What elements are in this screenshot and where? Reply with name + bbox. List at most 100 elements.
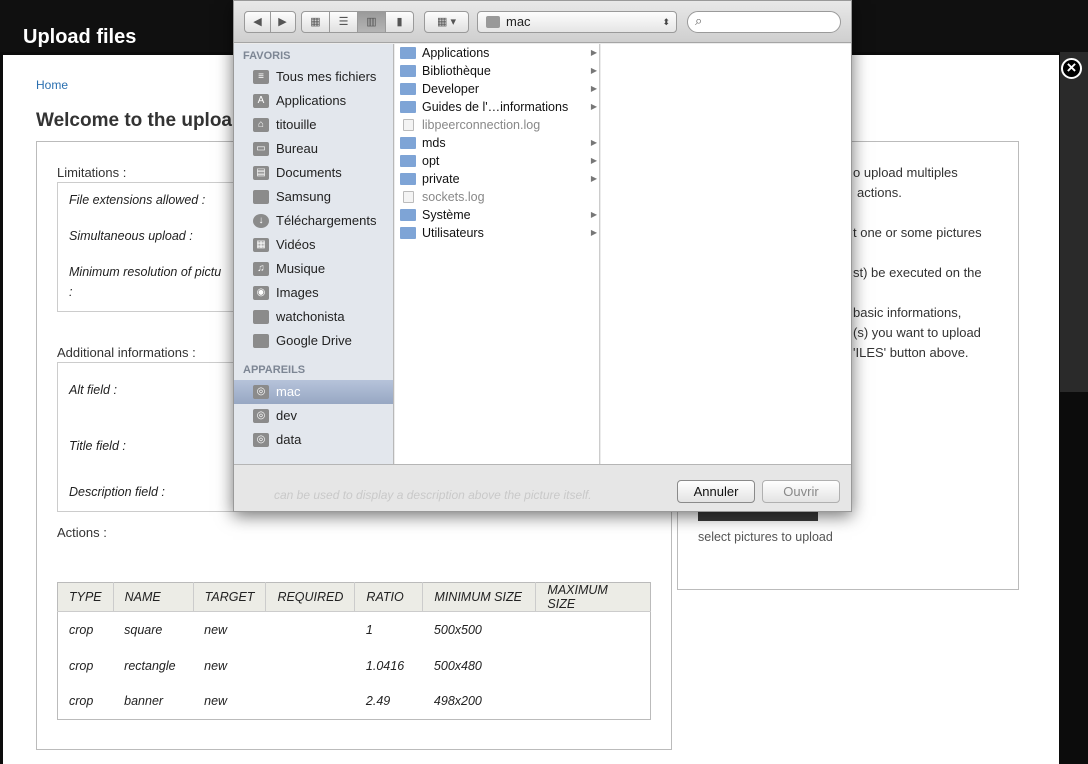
cell-required (266, 612, 355, 648)
coverflow-view-button[interactable]: ▮ (386, 12, 413, 32)
file-name: Applications (422, 46, 490, 60)
cell-type: crop (69, 694, 94, 709)
sidebar-item-label: Téléchargements (276, 213, 377, 228)
sidebar-item-dev[interactable]: ◎ dev (234, 404, 393, 428)
sidebar-item-images[interactable]: ◉ Images (234, 281, 393, 305)
chevron-right-icon: ▶ (590, 228, 597, 237)
cell-max-size (536, 612, 651, 648)
sidebar-item-label: mac (276, 384, 301, 399)
chevron-right-icon: ▶ (590, 138, 597, 147)
sidebar-item-google-drive[interactable]: Google Drive (234, 329, 393, 353)
file-item-systeme[interactable]: Système ▶ (395, 206, 600, 224)
help-text-line: 'ILES' button above. (853, 345, 969, 360)
icon-view-button[interactable]: ▦ (302, 12, 330, 32)
dialog-toolbar: ◀ ▶ ▦ ☰ ▥ ▮ ▦ ▾ mac ⬍ ⌕ (234, 1, 851, 43)
sidebar-item-home[interactable]: ⌂ titouille (234, 113, 393, 137)
description-hint-ghost: can be used to display a description abo… (274, 488, 592, 502)
file-item-mds[interactable]: mds ▶ (395, 134, 600, 152)
cell-name: banner (124, 694, 164, 709)
file-column: Applications ▶ Bibliothèque ▶ Developer ▶ G… (395, 44, 600, 464)
description-field-label: Description field : (69, 485, 165, 499)
help-text-line: t one or some pictures (853, 225, 982, 240)
close-overlay-button[interactable]: × (1061, 58, 1082, 79)
file-name: Système (422, 208, 471, 222)
cancel-button[interactable]: Annuler (677, 480, 755, 503)
open-button[interactable]: Ouvrir (762, 480, 840, 503)
back-button[interactable]: ◀ (246, 12, 271, 32)
file-name: sockets.log (422, 190, 485, 204)
chevron-right-icon: ▶ (590, 210, 597, 219)
sidebar-item-desktop[interactable]: ▭ Bureau (234, 137, 393, 161)
sidebar-item-mac[interactable]: ◎ mac (234, 380, 393, 404)
sidebar-item-label: Bureau (276, 141, 318, 156)
col-name: NAME (113, 582, 194, 612)
file-item-applications[interactable]: Applications ▶ (395, 44, 600, 62)
file-name: Bibliothèque (422, 64, 491, 78)
file-name: mds (422, 136, 446, 150)
file-name: Developer (422, 82, 479, 96)
dialog-sidebar: FAVORIS ≡ Tous mes fichiers A Applications… (234, 44, 394, 464)
file-item-guides[interactable]: Guides de l'…informations ▶ (395, 98, 600, 116)
search-input[interactable] (712, 14, 832, 30)
sidebar-item-watchonista[interactable]: watchonista (234, 305, 393, 329)
sidebar-item-videos[interactable]: ▦ Vidéos (234, 233, 393, 257)
sidebar-item-label: Samsung (276, 189, 331, 204)
music-icon: ♫ (253, 262, 269, 276)
cell-min-size: 500x480 (433, 658, 482, 673)
help-text-line: o upload multiples (853, 165, 958, 180)
sidebar-item-music[interactable]: ♫ Musique (234, 257, 393, 281)
breadcrumb-home[interactable]: Home (36, 78, 68, 92)
file-open-dialog: ◀ ▶ ▦ ☰ ▥ ▮ ▦ ▾ mac ⬍ ⌕ FAVORIS ≡ Tous mes fi… (233, 0, 852, 512)
forward-button[interactable]: ▶ (271, 12, 295, 32)
dialog-footer: can be used to display a description abo… (234, 464, 851, 511)
cell-ratio: 2.49 (365, 694, 391, 709)
col-min-size: MINIMUM SIZE (422, 582, 537, 612)
file-item-utilisateurs[interactable]: Utilisateurs ▶ (395, 224, 600, 242)
file-item-sockets[interactable]: sockets.log (395, 188, 600, 206)
file-icon (403, 119, 414, 131)
sidebar-item-all-files[interactable]: ≡ Tous mes fichiers (234, 65, 393, 89)
documents-icon: ▤ (253, 166, 269, 180)
sidebar-item-applications[interactable]: A Applications (234, 89, 393, 113)
folder-icon (400, 155, 416, 167)
disk-icon: ◎ (253, 433, 269, 447)
file-extensions-label: File extensions allowed : (69, 193, 206, 207)
folder-icon (400, 227, 416, 239)
sidebar-item-samsung[interactable]: Samsung (234, 185, 393, 209)
list-view-button[interactable]: ☰ (330, 12, 358, 32)
appareils-header: APPAREILS (243, 364, 306, 376)
alt-field-label: Alt field : (69, 383, 117, 397)
all-files-icon: ≡ (253, 70, 269, 84)
welcome-heading: Welcome to the uploa (36, 110, 233, 131)
cell-target: new (204, 694, 228, 709)
sidebar-item-data[interactable]: ◎ data (234, 428, 393, 452)
file-item-opt[interactable]: opt ▶ (395, 152, 600, 170)
title-field-label: Title field : (69, 439, 126, 453)
folder-icon (253, 190, 269, 204)
column-view-button[interactable]: ▥ (358, 12, 386, 32)
folder-icon (253, 334, 269, 348)
cell-ratio: 1 (365, 622, 373, 637)
folder-icon (400, 101, 416, 113)
sidebar-item-label: data (276, 432, 302, 447)
page-title: Upload files (23, 26, 137, 48)
sidebar-item-label: Vidéos (276, 237, 316, 252)
path-selector[interactable]: mac ⬍ (477, 11, 677, 33)
help-text-line: (s) you want to upload (853, 325, 981, 340)
file-item-developer[interactable]: Developer ▶ (395, 80, 600, 98)
file-item-private[interactable]: private ▶ (395, 170, 600, 188)
arrange-button[interactable]: ▦ ▾ (424, 11, 469, 33)
help-text-line: actions. (857, 185, 902, 200)
file-item-bibliotheque[interactable]: Bibliothèque ▶ (395, 62, 600, 80)
search-field[interactable]: ⌕ (687, 11, 841, 33)
disk-icon: ◎ (253, 409, 269, 423)
sidebar-item-documents[interactable]: ▤ Documents (234, 161, 393, 185)
sidebar-item-downloads[interactable]: ↓ Téléchargements (234, 209, 393, 233)
cell-name: square (124, 622, 163, 637)
background-panel (1060, 52, 1088, 392)
file-item-libpeerconnection[interactable]: libpeerconnection.log (395, 116, 600, 134)
folder-icon (400, 137, 416, 149)
cell-name: rectangle (124, 658, 176, 673)
cell-target: new (204, 658, 228, 673)
nav-back-forward: ◀ ▶ (244, 11, 296, 33)
